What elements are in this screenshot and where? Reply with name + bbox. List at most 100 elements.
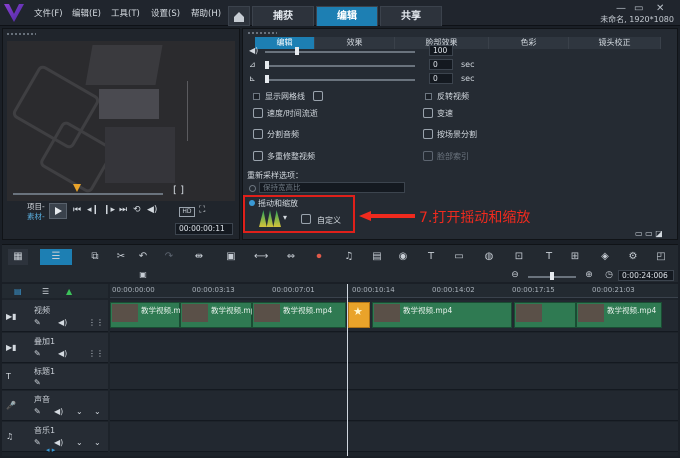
fullscreen-icon[interactable]: ⛶	[199, 205, 205, 215]
variable-speed-icon[interactable]	[423, 108, 433, 118]
speed-time-icon[interactable]	[253, 108, 263, 118]
lane-voice[interactable]	[110, 391, 678, 421]
fit-timeline-icon[interactable]: ⇹	[192, 251, 206, 263]
audio-mixer-icon[interactable]: ♫	[342, 251, 356, 263]
fade-in-slider[interactable]	[265, 65, 415, 67]
track-header-title[interactable]: T 标题1 ✎	[2, 364, 108, 390]
prev-frame-icon[interactable]: ◂❙	[87, 205, 99, 215]
split-scene-button[interactable]: 按场景分割	[437, 129, 477, 140]
repeat-icon[interactable]: ⟲	[133, 205, 141, 215]
multi-trim-icon[interactable]	[253, 151, 263, 161]
expand-icon[interactable]: ⌄	[94, 438, 101, 447]
video-clip[interactable]: 教学视频.mp4	[576, 302, 662, 328]
next-frame-icon[interactable]: ❙▸	[103, 205, 115, 215]
transition[interactable]: ★	[348, 302, 370, 328]
play-button[interactable]	[49, 203, 67, 219]
ripple-edit-icon[interactable]: ▣	[136, 269, 150, 281]
maximize-icon[interactable]: ▭	[634, 3, 643, 14]
panel-corner-icons[interactable]: ▭ ▭ ◪	[635, 229, 663, 238]
track-header-voice[interactable]: 🎤 声音 ✎ ◀) ⌄ ⌄	[2, 391, 108, 421]
volume-slider[interactable]	[265, 51, 415, 53]
track-list-icon[interactable]: ☰	[42, 287, 49, 296]
home-tab[interactable]	[228, 6, 250, 26]
variable-speed-button[interactable]: 变速	[437, 108, 453, 119]
show-grid-checkbox[interactable]	[253, 93, 260, 100]
time-ruler[interactable]: 00:00:00:00 00:00:03:13 00:00:07:01 00:0…	[110, 284, 678, 298]
tab-share[interactable]: 共享	[380, 6, 442, 26]
resample-radio[interactable]	[249, 185, 256, 192]
video-clip[interactable]: 教学视频.mp4	[110, 302, 190, 328]
cut-icon[interactable]: ✂	[114, 251, 128, 263]
mute-icon[interactable]: ◀)	[58, 318, 67, 327]
fade-out-slider[interactable]	[265, 79, 415, 81]
video-clip[interactable]	[514, 302, 576, 328]
track-options-icon[interactable]: ⋮⋮	[88, 318, 104, 327]
tab-edit[interactable]: 编辑	[316, 6, 378, 26]
record-icon[interactable]: ⏺	[312, 251, 326, 263]
menu-settings[interactable]: 设置(S)	[151, 7, 180, 19]
menu-file[interactable]: 文件(F)	[34, 7, 63, 19]
track-header-overlay[interactable]: ▶▮ 叠加1 ✎ ◀) ⋮⋮	[2, 333, 108, 363]
timecode-field[interactable]: 00:00:00:11	[175, 223, 233, 235]
text-3d-icon[interactable]: T	[542, 251, 556, 263]
lock-icon[interactable]: ✎	[34, 407, 41, 416]
volume-icon[interactable]: ◀)	[147, 205, 157, 215]
lock-icon[interactable]: ✎	[34, 349, 41, 358]
expand-icon[interactable]: ⌄	[94, 407, 101, 416]
reverse-video-checkbox[interactable]	[425, 93, 432, 100]
menu-tools[interactable]: 工具(T)	[111, 7, 140, 19]
motion-tracking-icon[interactable]: ⊡	[512, 251, 526, 263]
fade-out-field[interactable]: 0	[429, 73, 453, 84]
hd-badge[interactable]: HD	[179, 207, 195, 217]
timeline-playhead[interactable]	[347, 284, 348, 456]
color-grading-icon[interactable]: ◍	[482, 251, 496, 263]
video-clip[interactable]: 教学视频.mp4	[180, 302, 260, 328]
multi-trim-button[interactable]: 多重修整视频	[267, 151, 315, 162]
lane-music[interactable]	[110, 422, 678, 452]
video-clip[interactable]: 教学视频.mp4	[372, 302, 512, 328]
optab-edit[interactable]: 编辑	[255, 37, 315, 49]
mode-clip[interactable]: 素材-	[27, 211, 45, 222]
mask-creator-icon[interactable]: ◈	[598, 251, 612, 263]
lane-title[interactable]	[110, 364, 678, 390]
lock-icon[interactable]: ✎	[34, 318, 41, 327]
fade-in-thumb[interactable]	[265, 61, 269, 69]
speed-time-button[interactable]: 速度/时间流逝	[267, 108, 318, 119]
more-icon[interactable]: ◰	[654, 251, 668, 263]
multicam-icon[interactable]: ◉	[396, 251, 410, 263]
split-audio-icon[interactable]	[253, 129, 263, 139]
split-scene-icon[interactable]	[423, 129, 433, 139]
title-icon[interactable]: T	[424, 251, 438, 263]
volume-field[interactable]: 100	[429, 45, 453, 56]
mark-brackets[interactable]: [ ]	[173, 185, 184, 196]
zoom-out-icon[interactable]: ⊖	[508, 269, 522, 281]
mute-icon[interactable]: ◀)	[54, 407, 63, 416]
scroll-left-icon[interactable]: ◂ ▸	[46, 446, 55, 454]
track-manager-icon[interactable]: ⧉	[88, 251, 102, 263]
optab-color[interactable]: 色彩	[489, 37, 569, 49]
tab-capture[interactable]: 捕获	[252, 6, 314, 26]
optab-effect[interactable]: 效果	[315, 37, 395, 49]
grid-settings-icon[interactable]	[313, 91, 323, 101]
split-audio-button[interactable]: 分割音频	[267, 129, 299, 140]
slip-icon[interactable]: ⟷	[254, 251, 268, 263]
lock-icon[interactable]: ✎	[34, 378, 41, 387]
minimize-icon[interactable]: —	[616, 3, 626, 14]
collapse-icon[interactable]: ⌄	[76, 407, 83, 416]
track-view-icon[interactable]: ▤	[14, 287, 22, 296]
fade-in-field[interactable]: 0	[429, 59, 453, 70]
motion-icon[interactable]: ⇔	[284, 251, 298, 263]
menu-edit[interactable]: 编辑(E)	[72, 7, 101, 19]
mute-icon[interactable]: ◀)	[58, 349, 67, 358]
lane-overlay[interactable]	[110, 333, 678, 363]
snapshot-icon[interactable]: ▣	[224, 251, 238, 263]
panel-grip[interactable]	[6, 32, 36, 36]
close-icon[interactable]: ✕	[656, 3, 664, 14]
go-end-icon[interactable]: ⏭	[119, 205, 127, 215]
volume-thumb[interactable]	[295, 47, 299, 55]
split-screen-icon[interactable]: ⊞	[568, 251, 582, 263]
fade-out-thumb[interactable]	[265, 75, 269, 83]
zoom-thumb[interactable]	[550, 272, 554, 280]
storyboard-view-button[interactable]: ▦	[8, 249, 28, 265]
track-header-video[interactable]: ▶▮ 视频 ✎ ◀) ⋮⋮	[2, 300, 108, 332]
